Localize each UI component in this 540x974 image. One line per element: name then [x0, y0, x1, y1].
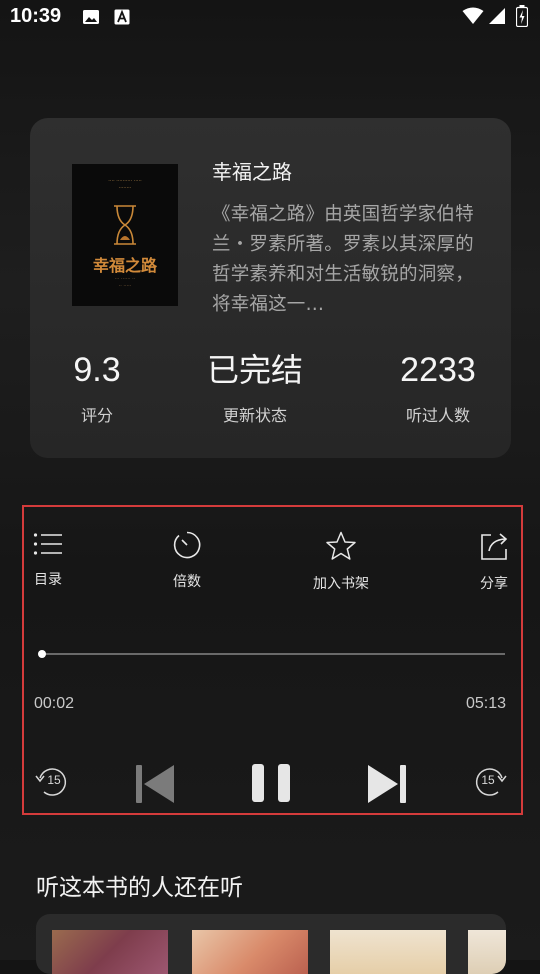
catalog-button[interactable]: 目录: [28, 531, 68, 589]
recommend-book-cover[interactable]: [330, 930, 446, 974]
rewind-15-button[interactable]: 15: [34, 765, 70, 803]
recommend-book-cover[interactable]: [192, 930, 308, 974]
stat-update-status: 已完结 更新状态: [190, 350, 320, 426]
book-info-card: ···· ·········· ····· ········ 幸福之路 ··· ·…: [30, 118, 511, 458]
cover-bottom-text-icon: ··· ······ ·· ·· ·····: [114, 276, 136, 289]
book-title: 幸福之路: [212, 160, 292, 184]
stat-rating-value: 9.3: [73, 351, 121, 389]
book-cover[interactable]: ···· ·········· ····· ········ 幸福之路 ··· ·…: [72, 164, 178, 306]
speed-button[interactable]: 倍数: [167, 531, 207, 591]
add-to-shelf-button[interactable]: 加入书架: [304, 531, 378, 593]
rewind-seconds: 15: [47, 773, 61, 787]
stat-listeners-label: 听过人数: [405, 406, 470, 425]
list-icon: [33, 533, 62, 555]
battery-icon: [516, 5, 528, 27]
add-to-shelf-label: 加入书架: [313, 576, 369, 592]
player-panel: 目录 倍数 加入书架 分享 00:02 05:13 15 15: [22, 505, 523, 815]
next-button[interactable]: [366, 763, 408, 809]
stat-update-status-label: 更新状态: [222, 406, 287, 425]
recommend-list: [36, 914, 506, 974]
stat-update-status-value: 已完结: [206, 351, 303, 389]
status-time: 10:39: [10, 5, 62, 27]
share-icon: [481, 533, 508, 560]
skip-previous-icon: [136, 765, 174, 803]
cover-title: 幸福之路: [92, 256, 157, 275]
font-notification-icon: [114, 9, 130, 25]
status-bar: 10:39: [0, 0, 540, 36]
current-time: 00:02: [34, 695, 75, 712]
recommend-book-cover[interactable]: [52, 930, 168, 974]
forward-seconds: 15: [481, 773, 495, 787]
recommend-section-title: 听这本书的人还在听: [36, 875, 243, 901]
stat-rating-label: 评分: [80, 406, 113, 425]
pause-button[interactable]: [250, 762, 294, 808]
wifi-icon: [462, 7, 484, 24]
star-icon: [326, 531, 356, 560]
cover-top-text-icon: ···· ·········· ····· ········: [108, 178, 142, 191]
share-button[interactable]: 分享: [474, 531, 514, 593]
skip-next-icon: [368, 765, 406, 803]
previous-button[interactable]: [134, 763, 176, 809]
recommend-book-cover[interactable]: [468, 930, 506, 974]
stat-listeners-value: 2233: [400, 351, 476, 389]
speed-label: 倍数: [173, 574, 201, 590]
total-time: 05:13: [465, 695, 506, 712]
progress-track[interactable]: [39, 653, 505, 655]
stat-rating: 9.3 评分: [52, 350, 142, 426]
progress-knob[interactable]: [37, 650, 46, 658]
stat-listeners: 2233 听过人数: [388, 350, 488, 426]
share-label: 分享: [480, 576, 508, 592]
speed-icon: [173, 531, 201, 559]
book-description: 《幸福之路》由英国哲学家伯特兰・罗素所著。罗素以其深厚的哲学素养和对生活敏锐的洞…: [212, 204, 474, 315]
pause-icon: [252, 764, 290, 802]
hourglass-icon: [114, 205, 136, 245]
catalog-label: 目录: [34, 572, 62, 588]
signal-icon: [489, 8, 505, 24]
forward-15-button[interactable]: 15: [472, 765, 508, 803]
gallery-notification-icon: [83, 10, 99, 24]
